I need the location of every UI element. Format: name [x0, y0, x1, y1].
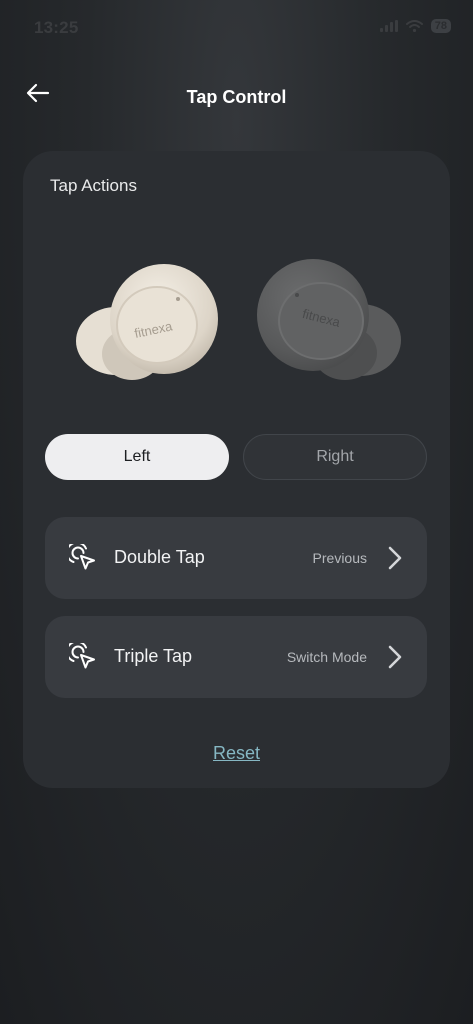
triple-tap-label: Triple Tap — [114, 646, 193, 666]
double-tap-value: Previous — [312, 550, 367, 566]
wifi-icon — [405, 20, 423, 32]
left-earbud-image: fitnexa — [76, 264, 218, 380]
tap-gesture-icon — [69, 544, 95, 570]
double-tap-row[interactable]: Double Tap Previous — [45, 517, 427, 599]
signal-icon — [379, 20, 398, 32]
double-tap-label: Double Tap — [114, 547, 205, 567]
battery-indicator: 78 — [430, 19, 451, 33]
triple-tap-value: Switch Mode — [286, 649, 367, 665]
reset-area: Reset — [23, 743, 450, 764]
page-title: Tap Control — [186, 87, 287, 107]
header: Tap Control — [0, 70, 473, 126]
right-segment-button[interactable]: Right — [243, 434, 427, 480]
triple-tap-row[interactable]: Triple Tap Switch Mode — [45, 616, 427, 698]
chevron-right-icon — [388, 645, 402, 669]
right-earbud-image: fitnexa — [257, 259, 401, 380]
status-bar: 13:25 78 — [0, 0, 473, 56]
status-icons: 78 — [379, 19, 451, 33]
reset-link[interactable]: Reset — [213, 743, 260, 763]
left-segment-button[interactable]: Left — [45, 434, 229, 480]
status-time: 13:25 — [34, 18, 79, 37]
tap-gesture-icon — [69, 643, 95, 669]
card-title: Tap Actions — [50, 176, 137, 195]
chevron-right-icon — [388, 546, 402, 570]
tap-actions-card: Tap Actions fitnexa fitnexa Left Right D… — [23, 151, 450, 788]
